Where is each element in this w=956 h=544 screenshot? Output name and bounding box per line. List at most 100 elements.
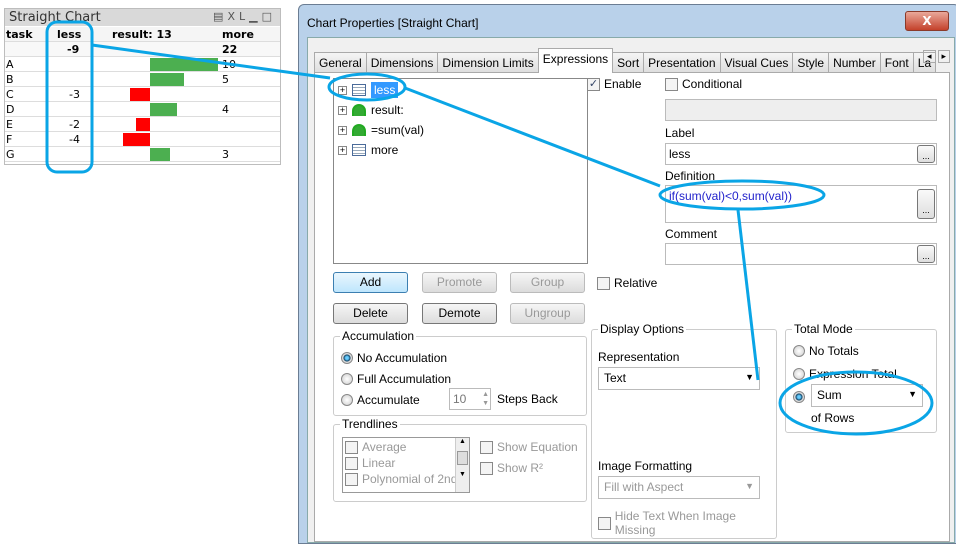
expression-node[interactable]: + =sum(val) xyxy=(338,121,424,139)
trendline-item[interactable]: Linear xyxy=(345,456,395,470)
expression-node[interactable]: + less xyxy=(338,81,399,99)
chart-properties-dialog: Chart Properties [Straight Chart] X Gene… xyxy=(298,4,956,544)
cell-less: -2 xyxy=(69,118,80,131)
definition-input[interactable]: if(sum(val)<0,sum(val)) xyxy=(665,185,937,223)
cell-more: 5 xyxy=(222,73,229,86)
straight-chart[interactable]: Straight Chart ▤XL▁□ task less result: 1… xyxy=(4,8,281,165)
accumulate-radio[interactable]: Accumulate xyxy=(341,393,420,407)
header-row: task less result: 13 more xyxy=(5,27,280,42)
relative-checkbox[interactable]: Relative xyxy=(597,276,657,290)
table-row[interactable]: G3 xyxy=(5,147,280,162)
table-row[interactable]: F -4 xyxy=(5,132,280,147)
tab-style[interactable]: Style xyxy=(792,52,830,73)
hide-text-checkbox[interactable]: Hide Text When Image Missing xyxy=(598,509,776,537)
result-bar xyxy=(150,148,171,161)
label-ellipsis-button[interactable]: ... xyxy=(917,145,935,163)
table-row[interactable]: A 10 xyxy=(5,57,280,72)
tab-scroll-left-icon[interactable]: ◂ xyxy=(923,50,936,63)
table-row[interactable]: E -2 xyxy=(5,117,280,132)
show-equation-checkbox[interactable]: Show Equation xyxy=(480,440,578,454)
definition-ellipsis-button[interactable]: ... xyxy=(917,189,935,219)
no-totals-radio[interactable]: No Totals xyxy=(793,344,859,358)
cell-task: D xyxy=(6,103,15,116)
tab-dimensions[interactable]: Dimensions xyxy=(365,52,439,73)
add-button[interactable]: Add xyxy=(333,272,408,293)
show-r2-checkbox[interactable]: Show R² xyxy=(480,461,543,475)
result-bar xyxy=(150,58,218,71)
minimize-icon[interactable]: ▁ xyxy=(249,10,261,23)
gauge-icon xyxy=(352,104,366,116)
cell-task: A xyxy=(6,58,14,71)
cell-task: F xyxy=(6,133,13,146)
expression-tree[interactable]: + less + result: + =sum(val) + more xyxy=(333,78,588,264)
table-icon xyxy=(352,84,366,96)
conditional-checkbox[interactable]: Conditional xyxy=(665,77,742,91)
cell-task: B xyxy=(6,73,14,86)
expand-icon[interactable]: + xyxy=(338,125,347,135)
cell-task: E xyxy=(6,118,13,131)
chevron-down-icon: ▼ xyxy=(745,481,754,491)
gauge-icon xyxy=(352,124,366,136)
trendline-item[interactable]: Polynomial of 2nd d xyxy=(345,472,467,486)
total-mode-group: Total Mode No Totals Expression Total Su… xyxy=(785,322,937,433)
tab-presentation[interactable]: Presentation xyxy=(643,52,721,73)
maximize-icon[interactable]: □ xyxy=(262,10,276,23)
xl-icon[interactable]: XL xyxy=(227,10,249,23)
trendline-item[interactable]: Average xyxy=(345,440,406,454)
tab-expressions[interactable]: Expressions xyxy=(537,48,614,73)
tab-dimension-limits[interactable]: Dimension Limits xyxy=(437,52,539,73)
close-button[interactable]: X xyxy=(905,11,949,31)
expand-icon[interactable]: + xyxy=(338,105,347,115)
tab-general[interactable]: General xyxy=(314,52,367,73)
cell-more: 4 xyxy=(222,103,229,116)
result-bar xyxy=(122,133,150,146)
conditional-input[interactable] xyxy=(665,99,937,121)
table-row[interactable]: B5 xyxy=(5,72,280,87)
header-more[interactable]: more xyxy=(222,27,254,42)
label-input[interactable]: less xyxy=(665,143,937,165)
cell-more: 10 xyxy=(222,58,236,71)
promote-button[interactable]: Promote xyxy=(422,272,497,293)
total-more: 22 xyxy=(222,43,238,56)
header-result[interactable]: result: 13 xyxy=(112,27,172,42)
expression-node[interactable]: + result: xyxy=(338,101,404,119)
expression-total-radio[interactable]: Expression Total xyxy=(793,367,897,381)
table-row[interactable]: D4 xyxy=(5,102,280,117)
expression-node[interactable]: + more xyxy=(338,141,398,159)
trendlines-group: Trendlines Average Linear Polynomial of 2n… xyxy=(333,417,587,502)
trendlines-list[interactable]: Average Linear Polynomial of 2nd d ▲ ▼ xyxy=(342,437,470,493)
steps-back-label: Steps Back xyxy=(497,392,558,406)
full-accumulation-radio[interactable]: Full Accumulation xyxy=(341,372,451,386)
enable-checkbox[interactable]: ✓ Enable xyxy=(587,77,641,91)
table-row[interactable]: C -3 xyxy=(5,87,280,102)
sum-of-rows-radio[interactable] xyxy=(793,391,805,403)
expressions-page: + less + result: + =sum(val) + more Add Promote… xyxy=(314,72,950,542)
tab-visual-cues[interactable]: Visual Cues xyxy=(719,52,794,73)
tab-bar: General Dimensions Dimension Limits Express… xyxy=(314,48,937,73)
representation-select[interactable]: Text ▼ xyxy=(598,367,760,390)
tab-sort[interactable]: Sort xyxy=(612,52,645,73)
comment-input[interactable] xyxy=(665,243,937,265)
comment-ellipsis-button[interactable]: ... xyxy=(917,245,935,263)
expand-icon[interactable]: + xyxy=(338,85,347,95)
tab-scroll-right-icon[interactable]: ▸ xyxy=(937,50,951,63)
header-less[interactable]: less xyxy=(57,27,81,42)
tab-font[interactable]: Font xyxy=(879,52,914,73)
header-task[interactable]: task xyxy=(6,27,33,42)
totals-row: -9 22 xyxy=(5,42,280,57)
tab-number[interactable]: Number xyxy=(828,52,881,73)
delete-button[interactable]: Delete xyxy=(333,303,408,324)
ungroup-button[interactable]: Ungroup xyxy=(510,303,585,324)
expand-icon[interactable]: + xyxy=(338,145,347,155)
result-bar xyxy=(150,103,178,116)
trendlines-scrollbar[interactable]: ▲ ▼ xyxy=(455,438,469,492)
total-less: -9 xyxy=(67,43,80,56)
group-button[interactable]: Group xyxy=(510,272,585,293)
total-function-select[interactable]: Sum ▼ xyxy=(811,384,923,407)
result-bar xyxy=(150,73,184,86)
steps-back-stepper[interactable]: 10 ▲ ▼ xyxy=(449,388,491,410)
print-icon[interactable]: ▤ xyxy=(213,10,227,23)
demote-button[interactable]: Demote xyxy=(422,303,497,324)
no-accumulation-radio[interactable]: No Accumulation xyxy=(341,351,447,365)
image-formatting-select[interactable]: Fill with Aspect ▼ xyxy=(598,476,760,499)
